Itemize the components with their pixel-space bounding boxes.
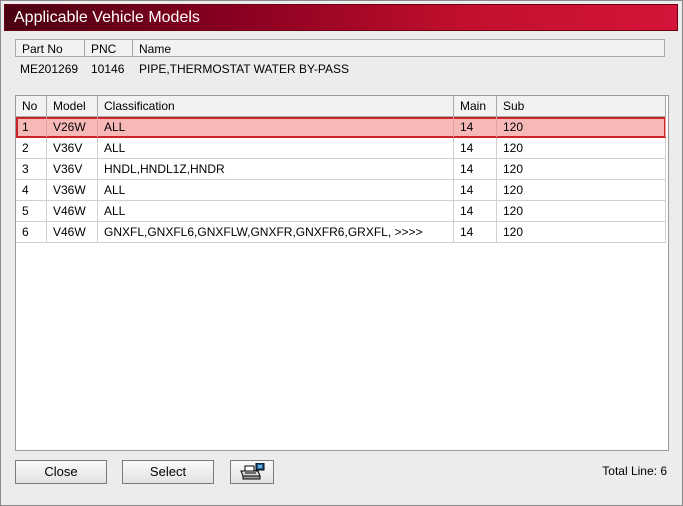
table-row[interactable]: 5 V46W ALL 14 120 [16,201,666,222]
row-classification: ALL [98,138,454,158]
part-no-header: Part No [16,40,85,56]
row-no: 5 [16,201,47,221]
row-sub: 120 [497,138,666,158]
applicable-vehicle-models-dialog: Applicable Vehicle Models Part No PNC Na… [0,0,683,506]
vehicle-models-table[interactable]: No Model Classification Main Sub 1 V26W AL… [15,95,669,451]
row-sub: 120 [497,201,666,221]
print-button[interactable] [230,460,274,484]
row-classification: HNDL,HNDL1Z,HNDR [98,159,454,179]
table-row[interactable]: 6 V46W GNXFL,GNXFL6,GNXFLW,GNXFR,GNXFR6,GR… [16,222,666,243]
row-main: 14 [454,180,497,200]
sub-column-header[interactable]: Sub [497,96,666,116]
row-no: 4 [16,180,47,200]
close-button[interactable]: Close [15,460,107,484]
row-model: V36V [47,159,98,179]
row-main: 14 [454,222,497,242]
row-classification: ALL [98,117,454,137]
total-line-count: Total Line: 6 [602,464,667,478]
row-main: 14 [454,201,497,221]
name-header: Name [139,42,172,56]
row-classification: ALL [98,180,454,200]
select-button[interactable]: Select [122,460,214,484]
table-row[interactable]: 1 V26W ALL 14 120 [16,117,666,138]
row-model: V36V [47,138,98,158]
row-sub: 120 [497,222,666,242]
table-header: No Model Classification Main Sub [16,96,666,117]
model-column-header[interactable]: Model [47,96,98,116]
pnc-header: PNC [85,40,133,56]
classification-column-header[interactable]: Classification [98,96,454,116]
row-classification: GNXFL,GNXFL6,GNXFLW,GNXFR,GNXFR6,GRXFL, … [98,222,454,242]
part-info-header: Part No PNC Name [15,39,665,57]
printer-icon [239,462,265,481]
table-row[interactable]: 4 V36W ALL 14 120 [16,180,666,201]
row-model: V46W [47,201,98,221]
row-no: 3 [16,159,47,179]
main-column-header[interactable]: Main [454,96,497,116]
part-info: Part No PNC Name ME201269 10146 PIPE,THE… [15,39,665,81]
no-column-header[interactable]: No [16,96,47,116]
title-bar[interactable]: Applicable Vehicle Models [4,4,678,31]
window-title: Applicable Vehicle Models [14,9,200,26]
row-no: 1 [16,117,47,137]
row-main: 14 [454,159,497,179]
table-row[interactable]: 3 V36V HNDL,HNDL1Z,HNDR 14 120 [16,159,666,180]
row-classification: ALL [98,201,454,221]
pnc-value: 10146 [91,62,125,76]
row-model: V36W [47,180,98,200]
row-sub: 120 [497,159,666,179]
part-no-value: ME201269 [20,62,79,76]
row-no: 2 [16,138,47,158]
row-sub: 120 [497,180,666,200]
row-sub: 120 [497,117,666,137]
row-main: 14 [454,138,497,158]
row-no: 6 [16,222,47,242]
table-row[interactable]: 2 V36V ALL 14 120 [16,138,666,159]
row-model: V26W [47,117,98,137]
name-value: PIPE,THERMOSTAT WATER BY-PASS [139,62,350,76]
row-main: 14 [454,117,497,137]
row-model: V46W [47,222,98,242]
